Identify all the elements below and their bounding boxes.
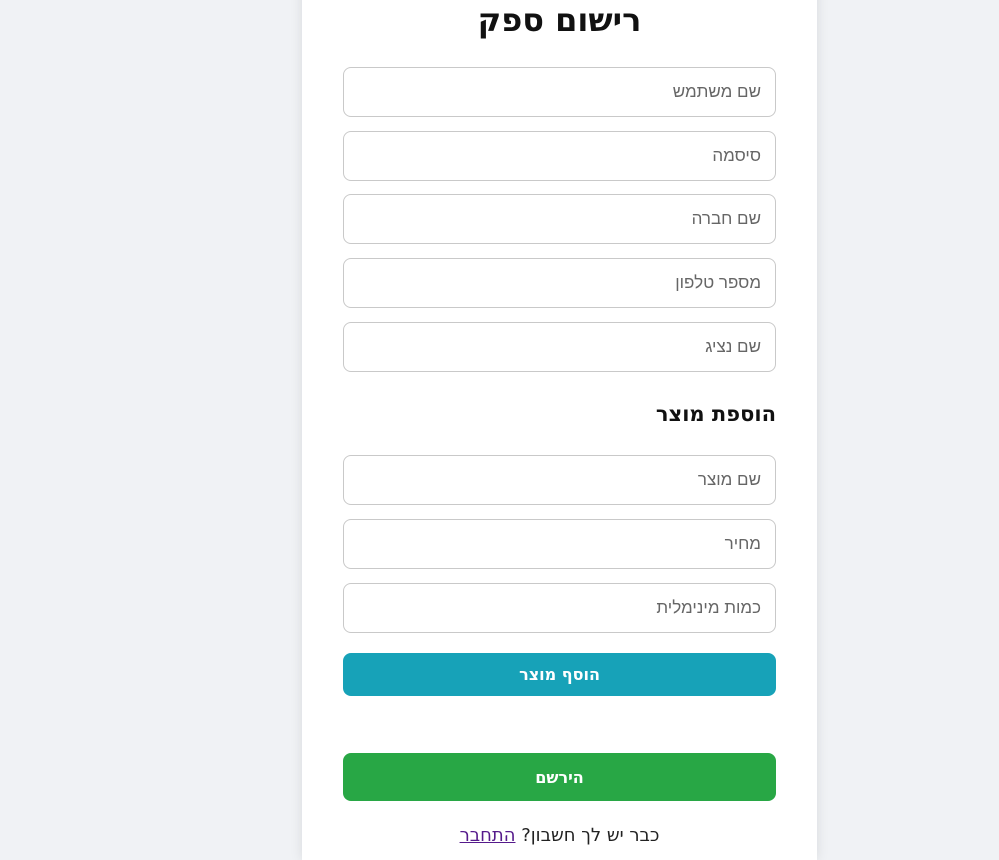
product-name-field[interactable] bbox=[343, 455, 776, 505]
representative-name-field[interactable] bbox=[343, 322, 776, 372]
company-name-field[interactable] bbox=[343, 194, 776, 244]
add-product-heading: הוספת מוצר bbox=[655, 402, 776, 426]
login-prompt-text: כבר יש לך חשבון? bbox=[521, 825, 660, 846]
register-button[interactable]: הירשם bbox=[343, 753, 776, 801]
username-field[interactable] bbox=[343, 67, 776, 117]
page-title: רישום ספק bbox=[477, 1, 642, 39]
minimum-quantity-field[interactable] bbox=[343, 583, 776, 633]
registration-card: רישום ספק הוספת מוצר הוסף מוצר הירשם כבר… bbox=[302, 0, 817, 860]
phone-number-field[interactable] bbox=[343, 258, 776, 308]
login-link[interactable]: התחבר bbox=[460, 825, 516, 846]
password-field[interactable] bbox=[343, 131, 776, 181]
login-prompt: כבר יש לך חשבון? התחבר bbox=[302, 824, 817, 848]
add-product-button[interactable]: הוסף מוצר bbox=[343, 653, 776, 696]
price-field[interactable] bbox=[343, 519, 776, 569]
